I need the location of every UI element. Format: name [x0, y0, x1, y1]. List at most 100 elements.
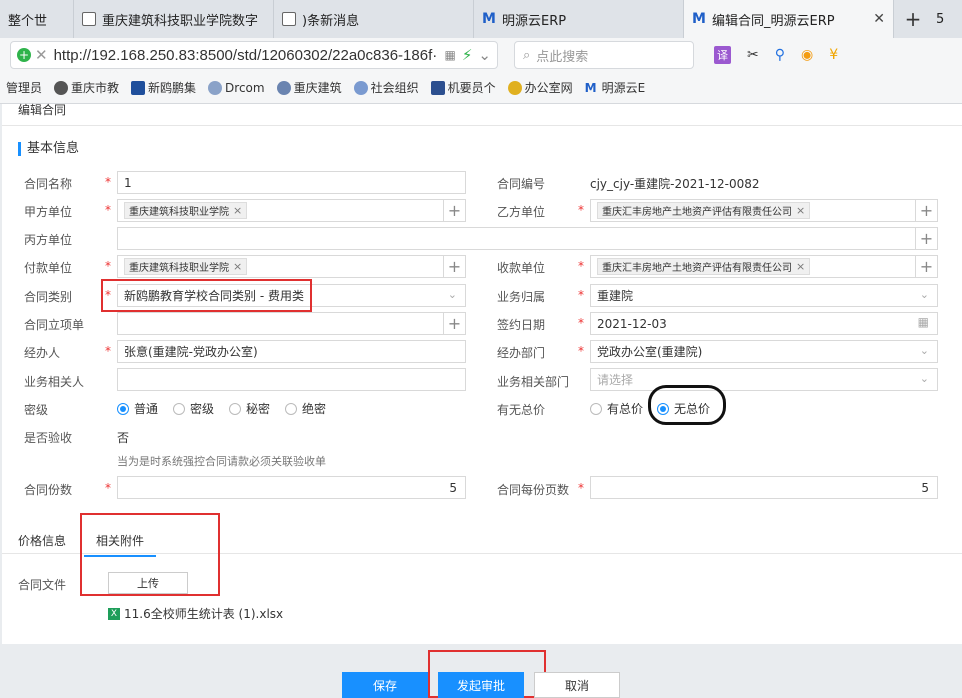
cancel-button[interactable]: 取消 — [534, 672, 620, 698]
bookmark-item[interactable]: 管理员 — [6, 79, 42, 96]
td-icon — [131, 80, 146, 95]
bookmark-item[interactable]: 新鸥鹏集 — [131, 79, 196, 96]
scissors-icon[interactable]: ✂ — [747, 47, 759, 63]
radio-label: 密级 — [190, 402, 215, 416]
bookmark-item[interactable]: M 明源云E — [585, 79, 646, 96]
qr-icon[interactable]: ▦ — [445, 48, 456, 62]
dept-label: 经办部门 — [497, 346, 546, 360]
excel-file-icon: X — [108, 607, 120, 620]
gamepad-icon[interactable]: ◉ — [801, 47, 813, 63]
business-select[interactable]: 重建院 ⌄ — [590, 284, 938, 307]
pages-input[interactable]: 5 — [590, 476, 938, 499]
mute-icon[interactable]: ✕ — [35, 46, 48, 64]
tab-price-info[interactable]: 价格信息 — [18, 532, 66, 549]
related-dept-placeholder: 请选择 — [597, 373, 634, 387]
site-icon — [54, 80, 69, 95]
party-b-label: 乙方单位 — [497, 205, 546, 219]
sign-date-input[interactable]: 2021-12-03 ▦ — [590, 312, 938, 335]
related-dept-select[interactable]: 请选择 ⌄ — [590, 368, 938, 391]
bookmark-item[interactable]: Drcom — [208, 80, 265, 95]
chevron-down-icon[interactable]: ⌄ — [478, 46, 491, 64]
required-mark: * — [578, 344, 584, 358]
project-field[interactable]: + — [117, 312, 466, 335]
radio-secret[interactable]: 秘密 — [229, 400, 270, 417]
chevron-down-icon: ⌄ — [919, 344, 929, 357]
handler-label: 经办人 — [24, 346, 61, 360]
chip-remove-icon[interactable]: × — [796, 204, 805, 217]
annotation-red-box — [80, 513, 220, 596]
file-name[interactable]: 11.6全校师生统计表 (1).xlsx — [124, 605, 283, 622]
add-icon[interactable]: + — [915, 228, 937, 249]
add-icon[interactable]: + — [443, 313, 465, 334]
radio-normal[interactable]: 普通 — [117, 400, 158, 417]
bookmark-item[interactable]: 办公室网 — [507, 79, 573, 96]
sign-date-label: 签约日期 — [497, 318, 546, 332]
chip-text: 重庆建筑科技职业学院 — [129, 263, 229, 274]
bookmark-item[interactable]: 社会组织 — [353, 79, 419, 96]
chip-remove-icon[interactable]: × — [233, 260, 242, 273]
add-icon[interactable]: + — [915, 200, 937, 221]
bookmark-item[interactable]: 重庆市教 — [54, 79, 119, 96]
close-icon[interactable]: ✕ — [865, 11, 885, 27]
add-icon[interactable]: + — [915, 256, 937, 277]
browser-tab[interactable]: 重庆建筑科技职业学院数字 — [74, 0, 274, 38]
party-a-field[interactable]: 重庆建筑科技职业学院 × + — [117, 199, 466, 222]
mingyuan-logo-icon: M — [692, 11, 706, 27]
add-icon[interactable]: + — [443, 200, 465, 221]
party-a-label: 甲方单位 — [24, 205, 73, 219]
tab-label: )条新消息 — [302, 13, 360, 29]
search-box[interactable]: ⌕ 点此搜索 — [514, 41, 694, 69]
contract-name-input[interactable]: 1 — [117, 171, 466, 194]
radio-label: 普通 — [134, 402, 159, 416]
save-button[interactable]: 保存 — [342, 672, 428, 698]
coin-icon[interactable]: ¥ — [829, 47, 838, 63]
dept-select[interactable]: 党政办公室(重建院) ⌄ — [590, 340, 938, 363]
bookmark-label: 机要员个 — [447, 81, 496, 95]
sign-date-value: 2021-12-03 — [597, 316, 667, 331]
address-bar[interactable]: + ✕ http://192.168.250.83:8500/std/12060… — [10, 41, 498, 69]
payer-field[interactable]: 重庆建筑科技职业学院 × + — [117, 255, 466, 278]
annotation-black-circle — [648, 385, 726, 425]
bookmark-item[interactable]: 重庆建筑 — [276, 79, 342, 96]
radio-label: 有总价 — [607, 402, 644, 416]
radio-level[interactable]: 密级 — [173, 400, 214, 417]
payer-label: 付款单位 — [24, 261, 73, 275]
required-mark: * — [578, 316, 584, 330]
browser-tab[interactable]: 整个世 — [0, 0, 74, 38]
browser-tab[interactable]: )条新消息 — [274, 0, 474, 38]
party-c-field[interactable]: + — [117, 227, 938, 250]
magnifier-icon[interactable]: ⚲ — [775, 47, 785, 63]
site-icon — [507, 80, 522, 95]
payee-field[interactable]: 重庆汇丰房地产土地资产评估有限责任公司 × + — [590, 255, 938, 278]
bookmark-label: 明源云E — [601, 81, 646, 95]
submit-approval-button[interactable]: 发起审批 — [438, 672, 524, 698]
section-title: 基本信息 — [18, 142, 79, 156]
new-tab-icon[interactable]: + — [894, 0, 932, 38]
radio-with-total[interactable]: 有总价 — [590, 400, 643, 417]
tab-label: 编辑合同_明源云ERP — [712, 13, 835, 29]
translate-icon[interactable]: 译 — [714, 46, 731, 64]
acceptance-value: 否 — [117, 431, 130, 445]
bookmark-label: 社会组织 — [370, 81, 419, 95]
lightning-icon[interactable]: ⚡ — [462, 46, 473, 64]
radio-label: 绝密 — [302, 402, 327, 416]
attachment-file[interactable]: X 11.6全校师生统计表 (1).xlsx — [108, 605, 283, 622]
browser-tab[interactable]: 5 — [932, 0, 962, 38]
calendar-icon[interactable]: ▦ — [918, 315, 929, 329]
handler-input[interactable]: 张意(重建院-党政办公室) — [117, 340, 466, 363]
secret-label: 密级 — [24, 403, 49, 417]
browser-tab[interactable]: M 明源云ERP — [474, 0, 684, 38]
related-person-input[interactable] — [117, 368, 466, 391]
page-title: 编辑合同 — [2, 104, 962, 126]
radio-top-secret[interactable]: 绝密 — [285, 400, 326, 417]
copies-input[interactable]: 5 — [117, 476, 466, 499]
add-icon[interactable]: + — [443, 256, 465, 277]
radio-label: 秘密 — [246, 402, 271, 416]
chip-remove-icon[interactable]: × — [233, 204, 242, 217]
browser-tab-active[interactable]: M 编辑合同_明源云ERP ✕ — [684, 0, 894, 38]
party-b-field[interactable]: 重庆汇丰房地产土地资产评估有限责任公司 × + — [590, 199, 938, 222]
bookmark-item[interactable]: 机要员个 — [430, 79, 496, 96]
chip-remove-icon[interactable]: × — [796, 260, 805, 273]
required-mark: * — [105, 481, 111, 495]
pages-label: 合同每份页数 — [497, 483, 570, 497]
